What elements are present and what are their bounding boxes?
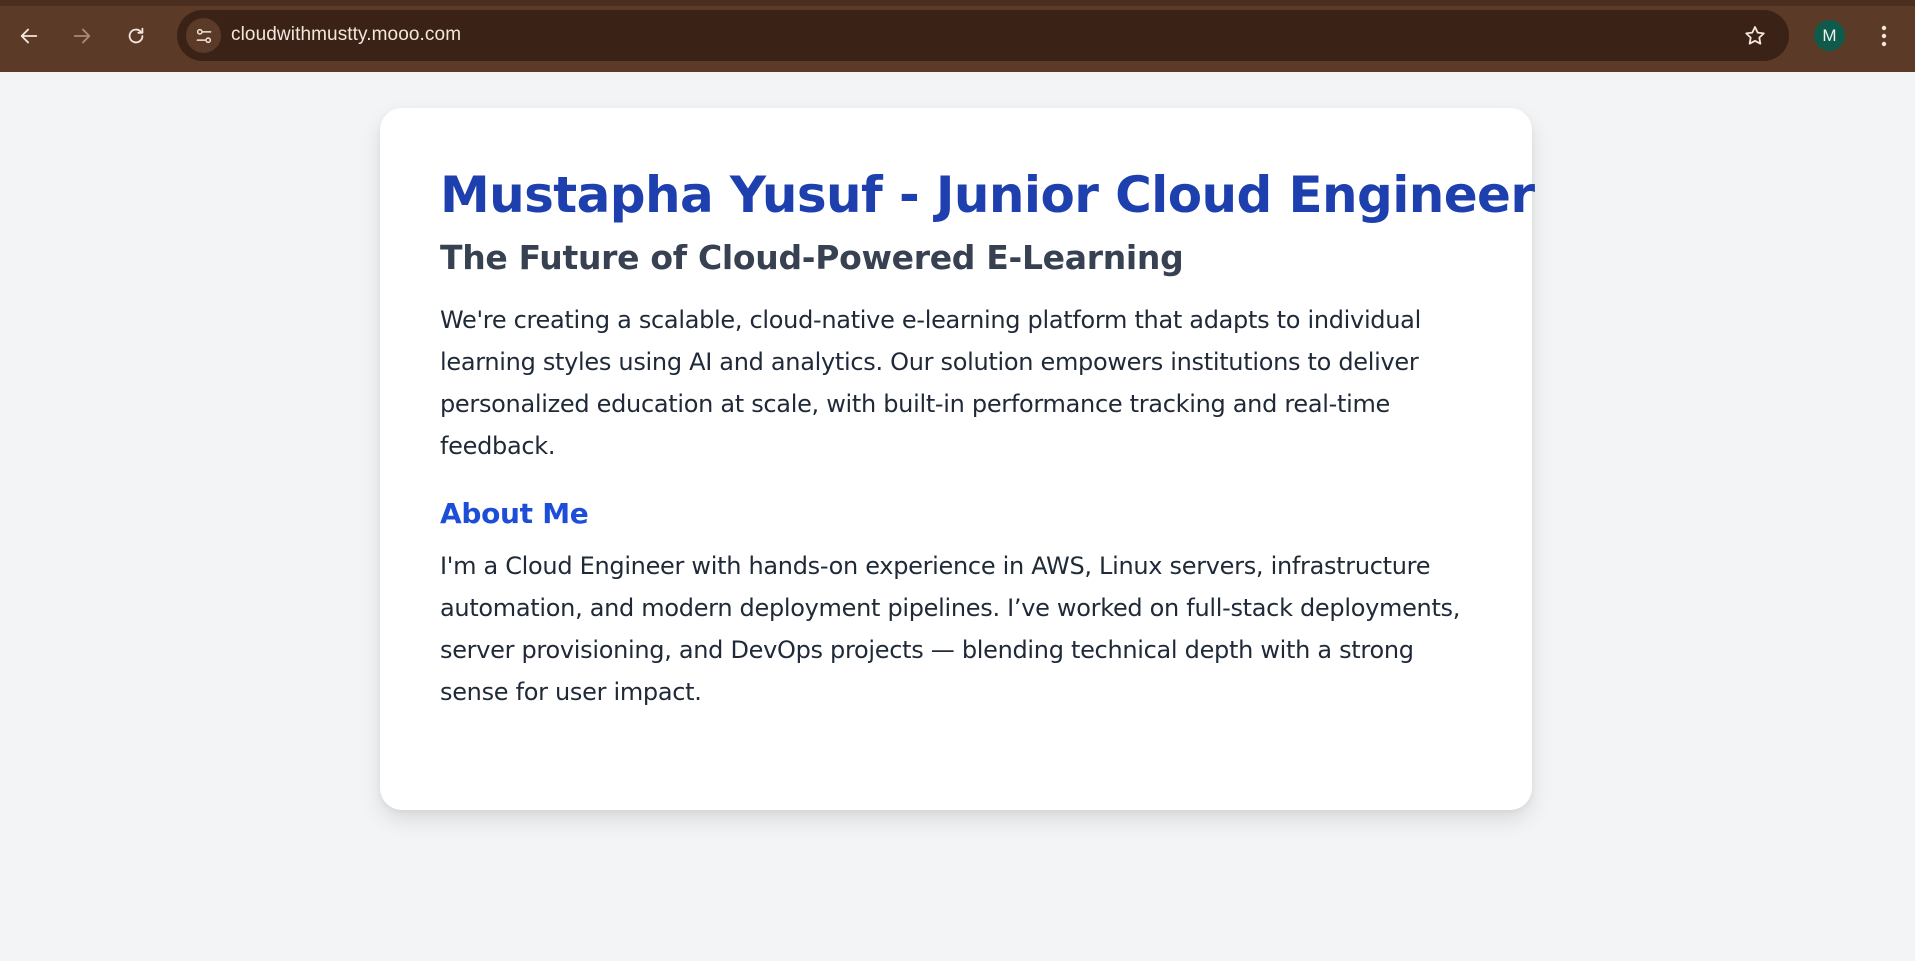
url-text[interactable]: cloudwithmustty.mooo.com (231, 24, 461, 46)
tab-strip-edge (0, 0, 1915, 6)
reload-button[interactable] (120, 20, 152, 52)
intro-paragraph: We're creating a scalable, cloud-native … (440, 306, 1421, 460)
back-button[interactable] (13, 20, 45, 52)
page-subtitle: The Future of Cloud-Powered E-Learning (440, 238, 1184, 277)
browser-toolbar: cloudwithmustty.mooo.com M (0, 0, 1915, 72)
page-title: Mustapha Yusuf - Junior Cloud Engineer (440, 166, 1535, 224)
about-heading: About Me (440, 497, 589, 530)
browser-menu-button[interactable] (1870, 20, 1898, 52)
bookmark-button[interactable] (1741, 22, 1769, 50)
address-bar[interactable]: cloudwithmustty.mooo.com (177, 10, 1789, 61)
reload-icon (128, 27, 144, 44)
site-info-button[interactable] (186, 18, 221, 53)
profile-avatar[interactable]: M (1814, 20, 1845, 51)
forward-button[interactable] (66, 20, 98, 52)
card-content: Mustapha Yusuf - Junior Cloud Engineer T… (440, 162, 1535, 713)
arrow-right-icon (73, 28, 91, 44)
arrow-left-icon (20, 28, 38, 44)
content-card: Mustapha Yusuf - Junior Cloud Engineer T… (380, 108, 1535, 810)
star-icon (1745, 26, 1765, 45)
more-vert-icon (1881, 25, 1887, 47)
tune-icon (196, 28, 211, 43)
about-paragraph: I'm a Cloud Engineer with hands-on exper… (440, 552, 1461, 706)
